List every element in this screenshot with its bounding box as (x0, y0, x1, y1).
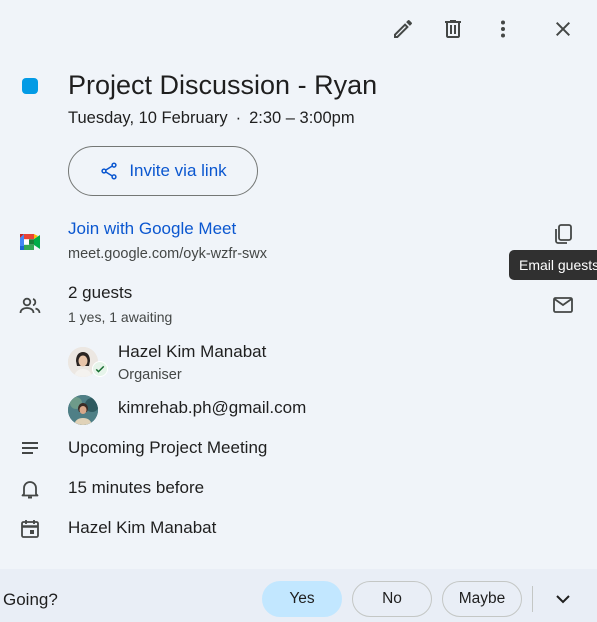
event-title: Project Discussion - Ryan (68, 70, 378, 100)
pencil-icon (394, 19, 413, 38)
share-icon (101, 162, 117, 180)
description-icon (18, 437, 42, 461)
google-meet-icon (18, 230, 42, 254)
event-reminder: 15 minutes before (68, 478, 205, 497)
date-separator: · (235, 109, 242, 127)
rsvp-options-dropdown[interactable] (543, 579, 583, 619)
accepted-check-icon (92, 361, 108, 377)
copy-meet-link-button[interactable] (543, 214, 583, 254)
bell-icon (18, 477, 42, 501)
event-date-time: Tuesday, 10 February · 2:30 – 3:00pm (68, 109, 355, 128)
email-guests-button[interactable] (543, 285, 583, 325)
delete-button[interactable] (433, 9, 473, 49)
event-time: 2:30 – 3:00pm (249, 109, 355, 127)
mail-icon (553, 297, 573, 313)
event-color-chip (22, 78, 38, 94)
edit-button[interactable] (383, 9, 423, 49)
rsvp-no-button[interactable]: No (352, 581, 432, 617)
more-vert-icon (501, 20, 505, 38)
chevron-down-icon (556, 595, 570, 604)
guest-name: Hazel Kim Manabat (118, 342, 267, 361)
invite-via-link-button[interactable]: Invite via link (68, 146, 258, 196)
more-options-button[interactable] (483, 9, 523, 49)
calendar-owner: Hazel Kim Manabat (68, 518, 217, 537)
rsvp-maybe-button[interactable]: Maybe (442, 581, 522, 617)
trash-icon (445, 20, 461, 38)
guests-count: 2 guests (68, 283, 133, 302)
close-button[interactable] (543, 9, 583, 49)
guest-role: Organiser (118, 367, 182, 383)
close-icon (556, 22, 570, 36)
guests-summary: 1 yes, 1 awaiting (68, 309, 173, 325)
guest-email: kimrehab.ph@gmail.com (118, 398, 307, 417)
avatar-guest (68, 395, 98, 425)
copy-icon (555, 224, 572, 244)
people-icon (18, 294, 42, 318)
join-google-meet-link[interactable]: Join with Google Meet (68, 219, 236, 239)
going-label: Going? (3, 590, 58, 609)
event-date: Tuesday, 10 February (68, 109, 228, 127)
rsvp-divider (532, 586, 533, 612)
meet-url: meet.google.com/oyk-wzfr-swx (68, 246, 268, 262)
event-description: Upcoming Project Meeting (68, 438, 268, 457)
rsvp-yes-button[interactable]: Yes (262, 581, 342, 617)
invite-via-link-label: Invite via link (129, 161, 227, 180)
email-guests-tooltip: Email guests (509, 250, 597, 280)
calendar-icon (18, 517, 42, 541)
